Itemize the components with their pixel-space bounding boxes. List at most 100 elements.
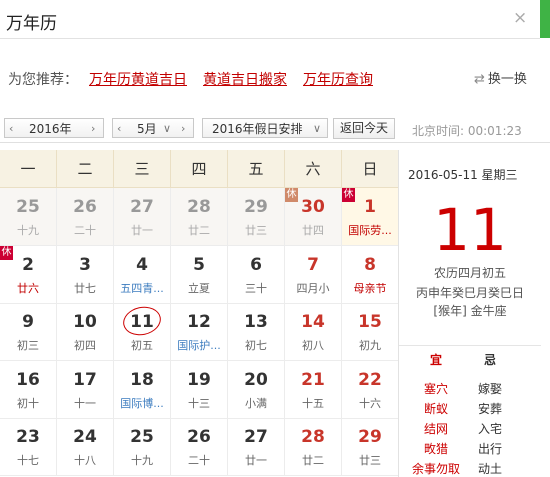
day-cell[interactable]: 14 初八 [285, 303, 342, 361]
holiday-select[interactable]: 2016年假日安排 ∨ [202, 118, 328, 138]
day-number: 5 [193, 254, 205, 275]
day-cell[interactable]: 休 2 廿六 [0, 245, 57, 304]
lunar-label: 国际护... [177, 339, 221, 352]
chevron-left-icon[interactable]: ‹ [9, 119, 13, 139]
calendar-grid: 一二三四五六日 25 十九 26 二十 27 廿一 28 廿二 29 廿三休 30 廿四休 1 国际劳...… [0, 150, 399, 477]
day-cell[interactable]: 8 母亲节 [342, 245, 399, 304]
day-number: 28 [187, 197, 211, 217]
day-cell[interactable]: 28 廿二 [171, 188, 228, 246]
chevron-right-icon[interactable]: › [91, 119, 95, 139]
day-cell[interactable]: 6 三十 [228, 245, 285, 304]
day-number: 7 [307, 254, 319, 275]
lunar-label: 十九 [17, 224, 39, 237]
day-cell[interactable]: 27 廿一 [228, 418, 285, 476]
year-value: 2016年 [29, 122, 72, 136]
close-icon[interactable]: × [513, 8, 527, 28]
day-number: 4 [136, 254, 148, 275]
day-number: 29 [358, 427, 382, 447]
search-input[interactable]: 万年历 [6, 9, 57, 34]
lunar-label: 廿六 [17, 281, 39, 295]
day-cell[interactable]: 13 初七 [228, 303, 285, 361]
day-cell[interactable]: 10 初四 [57, 303, 114, 361]
day-cell[interactable]: 22 十六 [342, 360, 399, 419]
search-button-edge[interactable] [540, 0, 550, 38]
day-cell[interactable]: 12 国际护... [171, 303, 228, 361]
day-cell[interactable]: 25 十九 [114, 418, 171, 476]
day-cell[interactable]: 休 30 廿四 [285, 188, 342, 246]
lunar-label: 初四 [74, 339, 96, 352]
day-number: 13 [244, 312, 268, 332]
recommend-label: 为您推荐： [8, 72, 78, 88]
recommend-link-1[interactable]: 万年历黄道吉日 [89, 70, 187, 90]
recommend-link-3[interactable]: 万年历查询 [303, 70, 373, 90]
lunar-label: 十六 [359, 396, 381, 410]
day-cell[interactable]: 3 廿七 [57, 245, 114, 304]
day-number: 9 [22, 312, 34, 332]
lunar-label: 廿一 [131, 224, 153, 237]
day-detail-panel: 2016-05-11 星期三 11 农历四月初五 丙申年癸巳月癸巳日 [猴年] … [398, 150, 541, 477]
lunar-label: 廿一 [245, 454, 267, 467]
calendar-toolbar: ‹ 2016年 › ‹ 5月 ∨ › 2016年假日安排 ∨ 返回今天 北京时间… [0, 112, 550, 143]
ji-item: 入宅 [477, 422, 502, 436]
day-cell[interactable]: 4 五四青... [114, 245, 171, 304]
day-cell[interactable]: 26 二十 [171, 418, 228, 476]
month-select[interactable]: ‹ 5月 ∨ › [112, 118, 194, 138]
day-cell[interactable]: 9 初三 [0, 303, 57, 361]
chevron-down-icon: ∨ [313, 122, 322, 135]
recommend-link-2[interactable]: 黄道吉日搬家 [203, 70, 287, 90]
day-cell[interactable]: 7 四月小 [285, 245, 342, 304]
day-cell[interactable]: 休 1 国际劳... [342, 188, 399, 246]
ji-item: 嫁娶 [477, 382, 502, 396]
day-number: 17 [73, 369, 97, 390]
lunar-label: 二十 [74, 224, 96, 237]
day-cell[interactable]: 26 二十 [57, 188, 114, 246]
yi-item: 畋猎 [423, 442, 448, 456]
year-select[interactable]: ‹ 2016年 › [4, 118, 104, 138]
day-number: 8 [364, 254, 376, 275]
day-cell[interactable]: 16 初十 [0, 360, 57, 419]
day-number: 15 [358, 312, 382, 332]
lunar-label: 国际劳... [348, 224, 392, 237]
lunar-label: 二十 [188, 454, 210, 467]
day-cell[interactable]: 29 廿三 [228, 188, 285, 246]
chevron-down-icon: ∨ [163, 122, 172, 135]
divider [399, 345, 541, 346]
day-cell[interactable]: 20 小满 [228, 360, 285, 419]
day-cell[interactable]: 27 廿一 [114, 188, 171, 246]
day-cell[interactable]: 5 立夏 [171, 245, 228, 304]
back-to-today-button[interactable]: 返回今天 [333, 118, 395, 139]
detail-zodiac: [猴年] 金牛座 [433, 304, 507, 318]
lunar-label: 国际博... [120, 396, 164, 410]
month-value: 5月 [137, 122, 157, 136]
lunar-label: 十八 [74, 454, 96, 467]
weekday-header: 一 [0, 150, 57, 188]
day-cell[interactable]: 24 十八 [57, 418, 114, 476]
day-cell[interactable]: 11 初五 [114, 303, 171, 361]
day-cell[interactable]: 17 十一 [57, 360, 114, 419]
lunar-label: 初三 [17, 339, 39, 352]
lunar-label: 廿四 [302, 224, 324, 237]
day-cell[interactable]: 19 十三 [171, 360, 228, 419]
day-number: 21 [301, 369, 325, 390]
day-cell[interactable]: 28 廿二 [285, 418, 342, 476]
chevron-right-icon[interactable]: › [181, 119, 185, 139]
lunar-label: 十三 [188, 396, 210, 410]
day-number: 26 [187, 427, 211, 447]
day-cell[interactable]: 25 十九 [0, 188, 57, 246]
lunar-label: 母亲节 [353, 281, 387, 295]
day-cell[interactable]: 29 廿三 [342, 418, 399, 476]
lunar-label: 廿三 [245, 224, 267, 237]
day-cell[interactable]: 23 十七 [0, 418, 57, 476]
day-cell[interactable]: 21 十五 [285, 360, 342, 419]
weekday-header: 五 [228, 150, 285, 188]
lunar-label: 廿二 [188, 224, 210, 237]
day-cell[interactable]: 18 国际博... [114, 360, 171, 419]
detail-date: 2016-05-11 星期三 [408, 168, 518, 182]
chevron-left-icon[interactable]: ‹ [117, 119, 121, 139]
ji-item: 动土 [477, 462, 502, 476]
day-cell[interactable]: 15 初九 [342, 303, 399, 361]
lunar-label: 初九 [359, 339, 381, 352]
swap-button[interactable]: ⇄ 换一换 [474, 70, 527, 90]
day-number: 6 [250, 254, 262, 275]
day-number: 1 [364, 197, 376, 217]
